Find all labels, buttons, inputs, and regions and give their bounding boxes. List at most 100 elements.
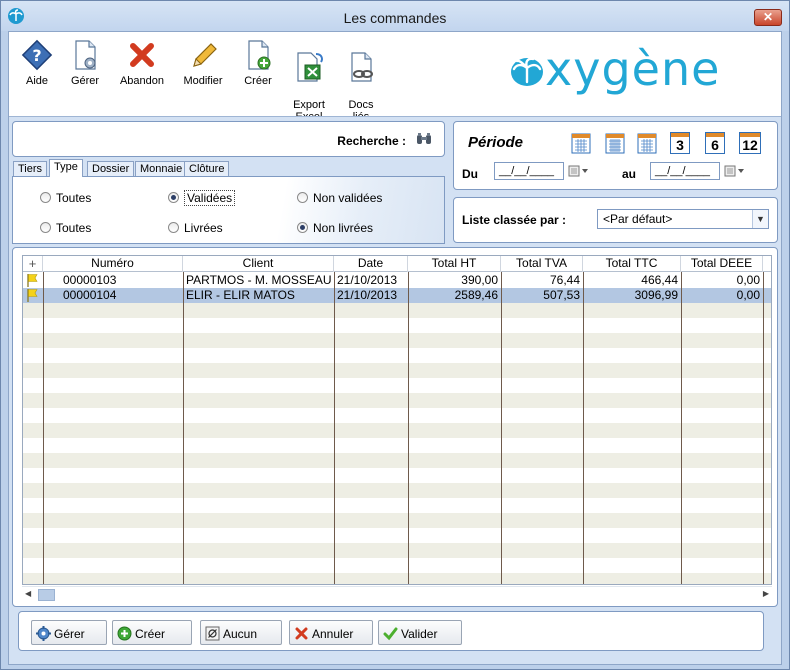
tab-dossier[interactable]: Dossier (87, 161, 135, 176)
validate-action-label: Valider (401, 627, 438, 641)
radio-validees[interactable]: Validées (168, 190, 236, 206)
create-action-button[interactable]: Créer (112, 620, 192, 645)
close-button[interactable]: ✕ (754, 9, 782, 26)
from-label: Du (462, 167, 478, 181)
window: Les commandes ✕ ? Aide Gérer Abandon Mod… (0, 0, 790, 670)
binoculars-icon[interactable] (416, 132, 432, 146)
scroll-thumb[interactable] (38, 589, 55, 601)
period-6-months-button[interactable]: 6 (705, 132, 725, 154)
cell-total-ht: 390,00 (461, 273, 498, 287)
empty-row (23, 513, 771, 528)
column-header[interactable]: Total HT (408, 256, 501, 272)
empty-row (23, 348, 771, 363)
manage-action-button[interactable]: Gérer (31, 620, 107, 645)
calendar-week-icon[interactable] (605, 132, 625, 154)
radio-livrees[interactable]: Livrées (168, 221, 223, 235)
column-header[interactable]: Numéro (43, 256, 183, 272)
empty-row (23, 408, 771, 423)
period-title: Période (468, 134, 524, 151)
help-label: Aide (25, 75, 49, 87)
radio-non-livrees[interactable]: Non livrées (297, 221, 373, 235)
empty-row (23, 543, 771, 558)
tab-tiers[interactable]: Tiers (13, 161, 48, 176)
radio-toutes-validation[interactable]: Toutes (40, 191, 91, 205)
radio-label: Toutes (56, 191, 92, 205)
empty-row (23, 333, 771, 348)
scroll-left-icon[interactable]: ◀ (25, 589, 31, 598)
create-label: Créer (244, 75, 272, 87)
column-header[interactable]: Total TVA (501, 256, 583, 272)
empty-row (23, 318, 771, 333)
tab-cloture[interactable]: Clôture (184, 161, 230, 176)
sort-select[interactable]: <Par défaut> ▼ (597, 209, 769, 229)
linked-docs-button[interactable]: Docs liés (333, 38, 389, 123)
flag-icon (27, 274, 38, 287)
radio-button (297, 192, 308, 203)
sort-value: <Par défaut> (603, 212, 673, 226)
checkmark-icon (383, 627, 398, 641)
modify-label: Modifier (183, 75, 223, 87)
radio-label: Toutes (56, 221, 92, 235)
calendar-picker-icon[interactable] (568, 165, 590, 177)
period-panel: Période 3 6 12 Du __/__/____ au __/__/__… (453, 121, 778, 190)
radio-button (297, 222, 308, 233)
table-row[interactable]: 00000103 PARTMOS - M. MOSSEAU E 21/10/2013… (23, 273, 771, 288)
cancel-action-button[interactable]: Annuler (289, 620, 373, 645)
radio-non-validees[interactable]: Non validées (297, 191, 382, 205)
column-header[interactable]: TT (763, 256, 771, 272)
tab-type[interactable]: Type (49, 159, 83, 177)
create-button[interactable]: Créer (230, 38, 286, 87)
column-options-icon[interactable]: + (23, 256, 43, 272)
scroll-right-icon[interactable]: ▶ (763, 589, 769, 598)
oxygene-logo-icon (511, 57, 543, 86)
cell-client: ELIR - ELIR MATOS (186, 288, 295, 302)
column-header[interactable]: Total DEEE (681, 256, 763, 272)
cell-total-ttc: 3096,99 (634, 288, 678, 302)
manage-button[interactable]: Gérer (57, 38, 113, 87)
modify-button[interactable]: Modifier (175, 38, 231, 87)
sort-panel: Liste classée par : <Par défaut> ▼ (453, 197, 778, 243)
empty-row (23, 483, 771, 498)
calendar-day-icon[interactable] (571, 132, 591, 154)
column-header[interactable]: Client (183, 256, 334, 272)
oxygene-logo: xygène (545, 42, 721, 96)
action-buttons-panel: Gérer Créer Aucun Annuler Valider (18, 611, 764, 651)
period-12-months-button[interactable]: 12 (739, 132, 761, 154)
add-circle-icon (117, 626, 132, 641)
client-area: ? Aide Gérer Abandon Modifier Créer Expo… (8, 31, 782, 665)
radio-toutes-livraison[interactable]: Toutes (40, 221, 91, 235)
radio-button (40, 222, 51, 233)
window-title: Les commandes (343, 10, 447, 26)
table-row[interactable]: 00000104 ELIR - ELIR MATOS 21/10/2013 2589,… (23, 288, 771, 303)
empty-row (23, 498, 771, 513)
tab-monnaie[interactable]: Monnaie (135, 161, 188, 176)
period-3-months-button[interactable]: 3 (670, 132, 690, 154)
help-icon: ? (21, 39, 53, 71)
empty-row (23, 573, 771, 584)
radio-label: Non validées (313, 191, 383, 205)
cancel-action-label: Annuler (312, 627, 354, 641)
radio-button (168, 192, 179, 203)
column-header[interactable]: Date (334, 256, 408, 272)
orders-table[interactable]: + Numéro Client Date Total HT Total TVA … (22, 255, 772, 585)
calendar-month-icon[interactable] (637, 132, 657, 154)
chevron-down-icon[interactable]: ▼ (752, 210, 768, 228)
column-header[interactable]: Total TTC (583, 256, 681, 272)
search-panel: Recherche : (12, 121, 445, 157)
manage-action-label: Gérer (54, 627, 85, 641)
cross-icon (130, 43, 154, 67)
from-date-input[interactable]: __/__/____ (494, 162, 564, 180)
to-date-input[interactable]: __/__/____ (650, 162, 720, 180)
cell-total-tva: 507,53 (543, 288, 580, 302)
title-bar: Les commandes ✕ (1, 1, 789, 31)
empty-row (23, 468, 771, 483)
export-excel-button[interactable]: Export Excel (281, 38, 337, 123)
none-action-button[interactable]: Aucun (200, 620, 282, 645)
manage-label: Gérer (70, 75, 100, 87)
validate-action-button[interactable]: Valider (378, 620, 462, 645)
cell-date: 21/10/2013 (337, 288, 398, 302)
calendar-picker-icon[interactable] (724, 165, 746, 177)
horizontal-scrollbar[interactable]: ◀ ▶ (22, 586, 772, 602)
new-document-icon (248, 40, 271, 70)
abandon-button[interactable]: Abandon (114, 38, 170, 87)
